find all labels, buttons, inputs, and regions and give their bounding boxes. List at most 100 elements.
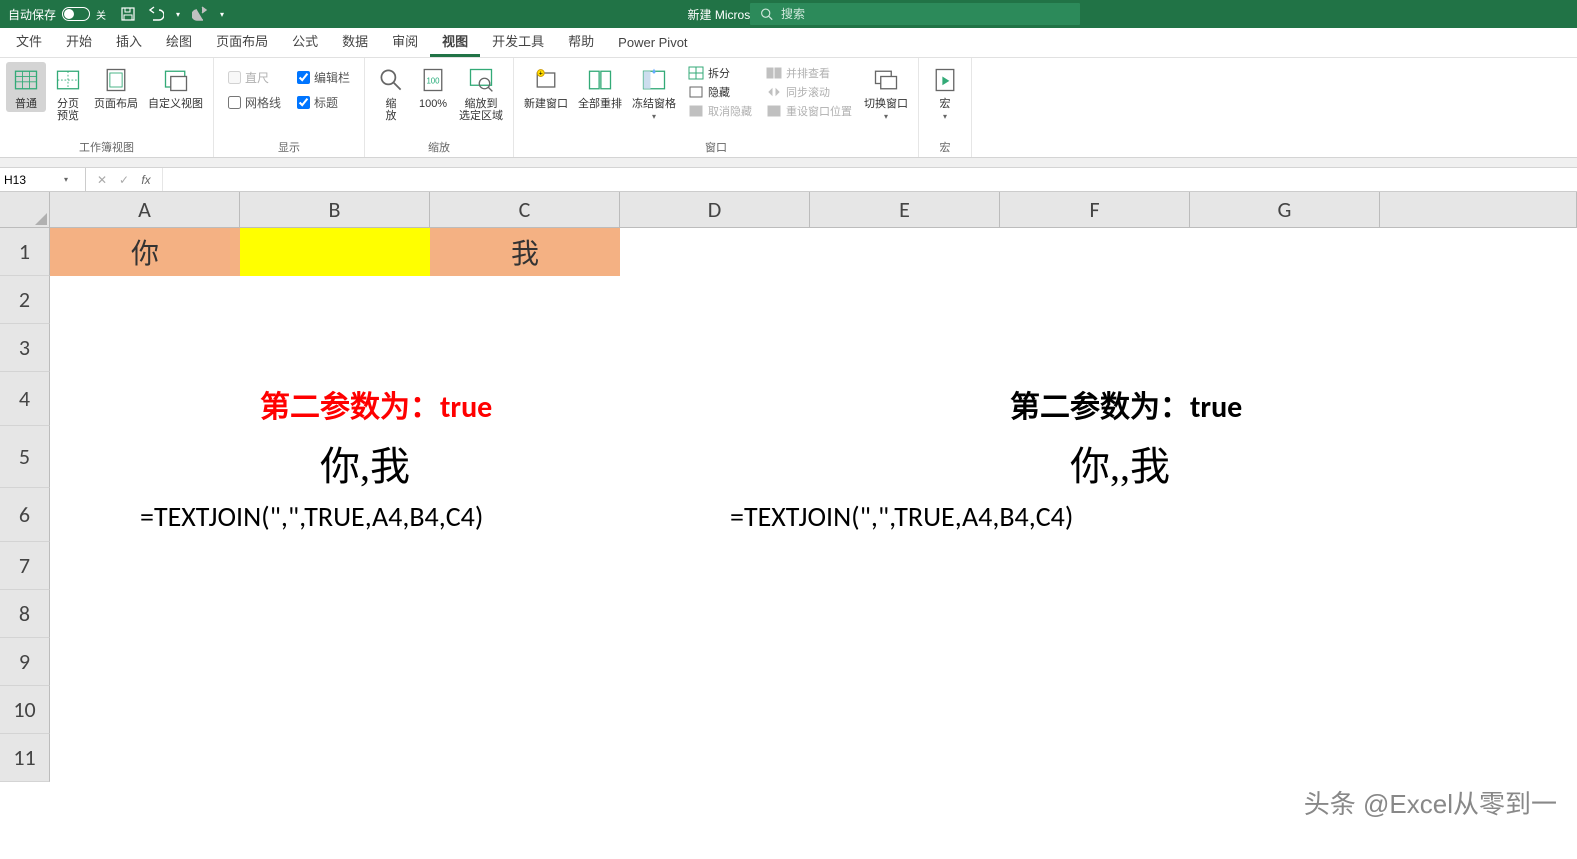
cell-text[interactable]: 第二参数为：true — [260, 382, 492, 426]
column-header[interactable]: F — [1000, 192, 1190, 228]
formula-input[interactable] — [163, 168, 1577, 191]
row-header[interactable]: 4 — [0, 372, 50, 426]
tab-公式[interactable]: 公式 — [280, 25, 330, 57]
split-button[interactable]: 拆分 — [686, 64, 754, 82]
select-all-corner[interactable] — [0, 192, 50, 228]
custom-views-button[interactable]: 自定义视图 — [144, 62, 207, 112]
tab-审阅[interactable]: 审阅 — [380, 25, 430, 57]
freeze-icon — [638, 64, 670, 96]
cell-A1[interactable]: 你 — [50, 228, 240, 276]
macros-button[interactable]: 宏▾ — [925, 62, 965, 124]
gridlines-check-input[interactable] — [228, 96, 241, 109]
title-bar: 自动保存 关 ▾ ▾ 新建 Microsoft Excel 工作表 (2).xl… — [0, 0, 1577, 28]
row-header[interactable]: 1 — [0, 228, 50, 276]
tab-帮助[interactable]: 帮助 — [556, 25, 606, 57]
formulabar-check-input[interactable] — [297, 71, 310, 84]
group-show: 直尺 网格线 编辑栏 标题 显示 — [214, 58, 365, 157]
hide-button[interactable]: 隐藏 — [686, 83, 754, 101]
arrange-all-button[interactable]: 全部重排 — [574, 62, 626, 112]
namebox-caret-icon[interactable]: ▾ — [64, 175, 68, 184]
zoom-selection-button[interactable]: 缩放到 选定区域 — [455, 62, 507, 124]
normal-view-button[interactable]: 普通 — [6, 62, 46, 112]
tab-文件[interactable]: 文件 — [4, 25, 54, 57]
cell-text[interactable]: =TEXTJOIN(",",TRUE,A4,B4,C4) — [730, 499, 1073, 534]
group-macro: 宏▾ 宏 — [919, 58, 972, 157]
tab-开始[interactable]: 开始 — [54, 25, 104, 57]
arrange-icon — [584, 64, 616, 96]
row-header[interactable]: 7 — [0, 542, 50, 590]
column-header[interactable]: A — [50, 192, 240, 228]
autosave-toggle[interactable]: 自动保存 关 — [8, 6, 106, 23]
cell-area[interactable]: 你 我第二参数为：true 第二参数为：true 你,我 你,,我 =TEXTJOIN("… — [50, 228, 1577, 782]
column-header[interactable]: E — [810, 192, 1000, 228]
enter-icon[interactable]: ✓ — [114, 170, 134, 190]
cancel-icon[interactable]: ✕ — [92, 170, 112, 190]
zoom-100-button[interactable]: 100 100% — [413, 62, 453, 112]
group-zoom: 缩 放 100 100% 缩放到 选定区域 缩放 — [365, 58, 514, 157]
gridlines-checkbox[interactable]: 网格线 — [226, 91, 283, 114]
redo-icon[interactable] — [192, 6, 208, 22]
column-header[interactable] — [1380, 192, 1577, 228]
search-box[interactable] — [750, 3, 1080, 25]
name-box-input[interactable] — [4, 173, 64, 187]
toggle-icon — [62, 7, 90, 21]
tab-绘图[interactable]: 绘图 — [154, 25, 204, 57]
ribbon: 普通 分页 预览 页面布局 自定义视图 工作簿视图 直尺 网格线 — [0, 58, 1577, 158]
group-workbook-views: 普通 分页 预览 页面布局 自定义视图 工作簿视图 — [0, 58, 214, 157]
row-header[interactable]: 2 — [0, 276, 50, 324]
switch-windows-button[interactable]: 切换窗口▾ — [860, 62, 912, 124]
row-header[interactable]: 3 — [0, 324, 50, 372]
undo-menu-caret[interactable]: ▾ — [176, 10, 180, 19]
tab-power-pivot[interactable]: Power Pivot — [606, 29, 699, 57]
new-window-button[interactable]: + 新建窗口 — [520, 62, 572, 112]
cell-B1[interactable] — [240, 228, 430, 276]
cell-text[interactable]: =TEXTJOIN(",",TRUE,A4,B4,C4) — [140, 499, 483, 534]
cell-text[interactable]: 第二参数为：true — [1010, 382, 1242, 426]
macro-icon — [929, 64, 961, 96]
formula-bar: ▾ ✕ ✓ fx — [0, 168, 1577, 192]
qat-customize-caret[interactable]: ▾ — [220, 10, 224, 19]
hundred-icon: 100 — [417, 64, 449, 96]
row-header[interactable]: 6 — [0, 488, 50, 542]
ribbon-tabs: 文件开始插入绘图页面布局公式数据审阅视图开发工具帮助Power Pivot — [0, 28, 1577, 58]
column-header[interactable]: B — [240, 192, 430, 228]
sync-scroll-button: 同步滚动 — [764, 83, 854, 101]
page-break-preview-button[interactable]: 分页 预览 — [48, 62, 88, 124]
reset-pos-icon — [766, 103, 782, 119]
search-input[interactable] — [781, 7, 1070, 21]
tab-开发工具[interactable]: 开发工具 — [480, 25, 556, 57]
cell-text[interactable]: 你,我 — [320, 434, 410, 492]
page-layout-button[interactable]: 页面布局 — [90, 62, 142, 112]
tab-视图[interactable]: 视图 — [430, 25, 480, 57]
ribbon-gap — [0, 158, 1577, 168]
fx-icon[interactable]: fx — [136, 170, 156, 190]
tab-插入[interactable]: 插入 — [104, 25, 154, 57]
headings-check-input[interactable] — [297, 96, 310, 109]
undo-icon[interactable] — [148, 6, 164, 22]
name-box[interactable]: ▾ — [0, 168, 86, 191]
freeze-panes-button[interactable]: 冻结窗格▾ — [628, 62, 680, 124]
row-header[interactable]: 5 — [0, 426, 50, 488]
column-header[interactable]: G — [1190, 192, 1380, 228]
spreadsheet-grid[interactable]: ABCDEFG 1234567891011 你 我第二参数为：true 第二参数为：… — [0, 192, 1577, 782]
split-icon — [688, 65, 704, 81]
tab-页面布局[interactable]: 页面布局 — [204, 25, 280, 57]
row-header[interactable]: 10 — [0, 686, 50, 734]
tab-数据[interactable]: 数据 — [330, 25, 380, 57]
side-by-side-icon — [766, 65, 782, 81]
unhide-button: 取消隐藏 — [686, 102, 754, 120]
column-headers: ABCDEFG — [0, 192, 1577, 228]
headings-checkbox[interactable]: 标题 — [295, 91, 352, 114]
column-header[interactable]: C — [430, 192, 620, 228]
group-label: 显示 — [220, 137, 358, 155]
column-header[interactable]: D — [620, 192, 810, 228]
cell-text[interactable]: 你,,我 — [1070, 434, 1170, 492]
save-icon[interactable] — [120, 6, 136, 22]
autosave-label: 自动保存 — [8, 6, 56, 23]
row-header[interactable]: 8 — [0, 590, 50, 638]
zoom-button[interactable]: 缩 放 — [371, 62, 411, 124]
row-header[interactable]: 9 — [0, 638, 50, 686]
formula-bar-checkbox[interactable]: 编辑栏 — [295, 66, 352, 89]
row-header[interactable]: 11 — [0, 734, 50, 782]
cell-C1[interactable]: 我 — [430, 228, 620, 276]
